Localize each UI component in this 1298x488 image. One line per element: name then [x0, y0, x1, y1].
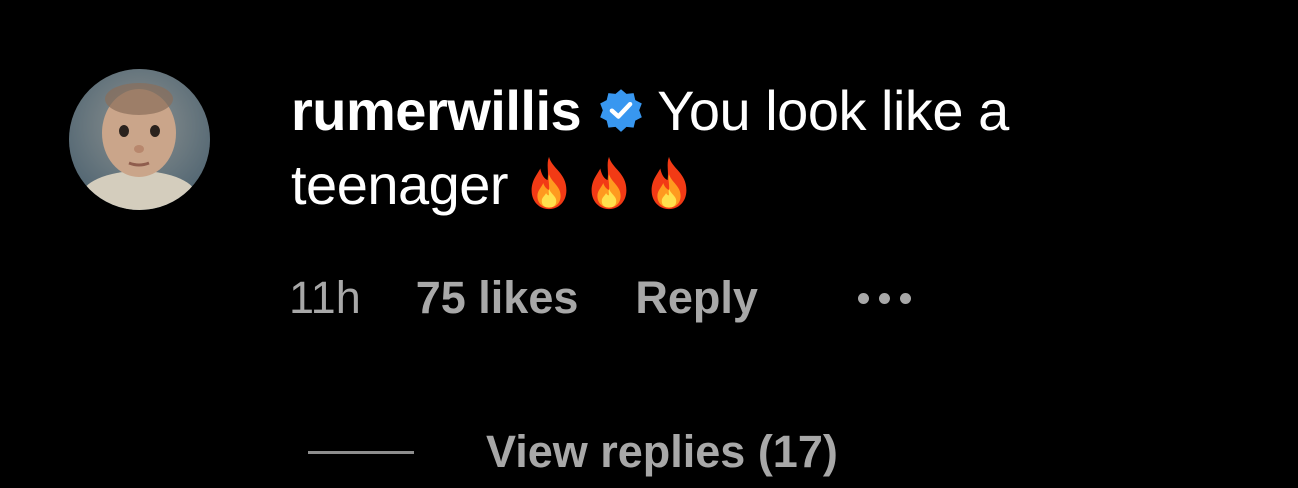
replies-divider-line — [308, 450, 414, 454]
reply-button[interactable]: Reply — [635, 272, 758, 324]
comment-username[interactable]: rumerwillis — [291, 79, 582, 142]
comment-time: 11h — [289, 272, 361, 323]
dot — [899, 292, 911, 304]
verified-badge-icon — [595, 84, 647, 136]
comment-body: rumerwillis You look like a teenager — [291, 74, 1191, 230]
avatar-image — [69, 69, 210, 210]
avatar[interactable] — [69, 69, 210, 210]
fire-icon — [531, 156, 567, 210]
emoji-group — [520, 154, 700, 230]
dot — [857, 292, 869, 304]
likes-count[interactable]: 75 likes — [416, 272, 579, 324]
fire-icon — [591, 156, 627, 210]
dot — [878, 292, 890, 304]
more-options-icon[interactable] — [857, 278, 911, 318]
view-replies-button[interactable]: View replies (17) — [308, 424, 838, 480]
comment-meta: 11h 75 likes Reply — [289, 270, 911, 326]
fire-icon — [651, 156, 687, 210]
view-replies-label: View replies (17) — [486, 426, 838, 477]
